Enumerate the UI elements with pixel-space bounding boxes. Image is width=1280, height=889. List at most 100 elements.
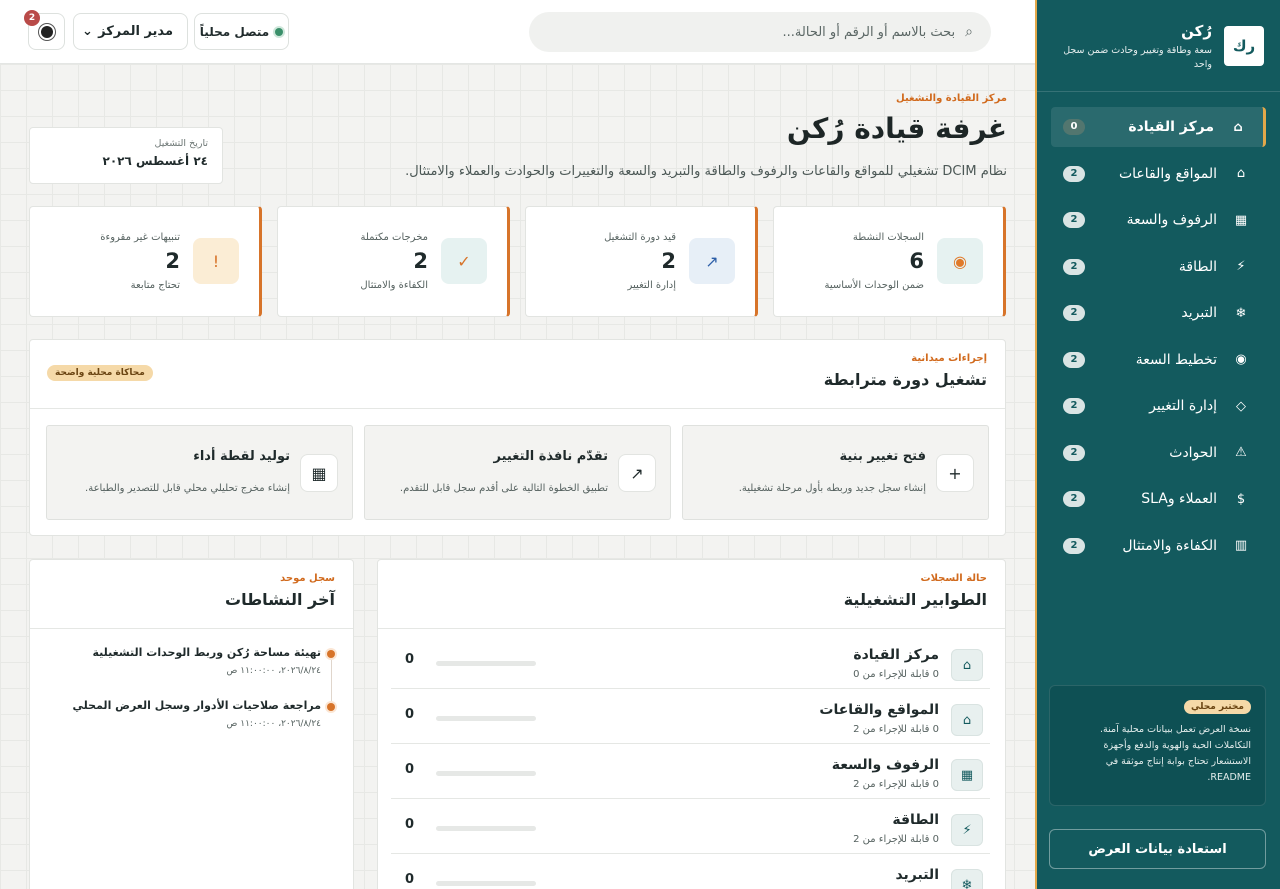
queue-name: الطاقة — [892, 812, 939, 828]
lightning-icon: ⚡ — [1236, 259, 1246, 274]
stat-sub: تحتاج متابعة — [130, 280, 180, 291]
brand: رك رُكن سعة وطاقة وتغيير وحادث ضمن سجل و… — [1037, 0, 1280, 92]
check-icon: ✓ — [441, 238, 487, 284]
stat-label: قيد دورة التشغيل — [604, 232, 676, 243]
arrow-up-right-icon: ↗ — [618, 454, 656, 492]
dollar-icon: $ — [1236, 491, 1246, 507]
alert-icon: ! — [193, 238, 239, 284]
rack-icon: ▦ — [951, 759, 983, 791]
sidebar-item-snowflake[interactable]: ❄ التبريد 2 — [1051, 293, 1266, 333]
sidebar: رك رُكن سعة وطاقة وتغيير وحادث ضمن سجل و… — [1035, 0, 1280, 889]
stat-card: ✓ مخرجات مكتملة 2 الكفاءة والامتثال — [277, 206, 510, 317]
sidebar-item-diamond[interactable]: ◇ إدارة التغيير 2 — [1051, 386, 1266, 426]
search-placeholder: بحث بالاسم أو الرقم أو الحالة... — [782, 24, 956, 40]
chevron-down-icon: ⌄ — [82, 24, 93, 39]
action-card[interactable]: + فتح تغيير بنية إنشاء سجل جديد وربطه بأول… — [682, 425, 989, 520]
sidebar-item-building[interactable]: ⌂ المواقع والقاعات 2 — [1051, 154, 1266, 194]
queue-progress-bar — [436, 661, 536, 666]
action-card[interactable]: ↗ تقدّم نافذة التغيير تطبيق الخطوة التالية… — [364, 425, 671, 520]
arrow-up-right-icon: ↗ — [689, 238, 735, 284]
stat-card: ! تنبيهات غير مقروءة 2 تحتاج متابعة — [29, 206, 262, 317]
queue-progress-bar — [436, 826, 536, 831]
stat-label: مخرجات مكتملة — [360, 232, 429, 243]
sidebar-item-label: الرفوف والسعة — [1126, 212, 1217, 228]
queue-progress-bar — [436, 771, 536, 776]
stat-value: 2 — [661, 249, 676, 273]
stat-value: 2 — [165, 249, 180, 273]
lightning-icon: ⚡ — [951, 814, 983, 846]
sidebar-item-target[interactable]: ◉ تخطيط السعة 2 — [1051, 340, 1266, 380]
role-select[interactable]: مدير المركز ⌄ — [73, 13, 188, 50]
queue-progress-bar — [436, 716, 536, 721]
queue-row[interactable]: ❄ التبريد 0 — [391, 854, 990, 889]
queue-value: 0 — [405, 872, 415, 887]
sidebar-item-label: إدارة التغيير — [1149, 398, 1217, 414]
queue-value: 0 — [405, 652, 415, 667]
sidebar-item-label: المواقع والقاعات — [1118, 165, 1217, 182]
queue-name: التبريد — [895, 867, 939, 883]
app-tagline: سعة وطاقة وتغيير وحادث ضمن سجل واحد — [1063, 45, 1212, 70]
action-title: توليد لقطة أداء — [193, 449, 290, 464]
search-input[interactable]: ⌕ بحث بالاسم أو الرقم أو الحالة... — [529, 12, 991, 52]
sidebar-item-lightning[interactable]: ⚡ الطاقة 2 — [1051, 247, 1266, 287]
sidebar-item-warning[interactable]: ⚠ الحوادث 2 — [1051, 433, 1266, 473]
queues-title: الطوابير التشغيلية — [843, 590, 987, 609]
warning-icon: ⚠ — [1235, 445, 1247, 460]
sidebar-item-chart[interactable]: ▥ الكفاءة والامتثال 2 — [1051, 526, 1266, 566]
queue-row[interactable]: ⚡ الطاقة 0 قابلة للإجراء من 2 0 — [391, 799, 990, 854]
activity-panel: سجل موحد آخر النشاطات تهيئة مساحة رُكن و… — [29, 559, 354, 889]
role-label: مدير المركز — [98, 24, 173, 39]
queue-progress-bar — [436, 881, 536, 886]
target-icon: ◉ — [1235, 352, 1247, 367]
queue-row[interactable]: ⌂ مركز القيادة 0 قابلة للإجراء من 0 0 — [391, 634, 990, 689]
rack-icon: ▦ — [1234, 212, 1248, 228]
activity-time: ٢٠٢٦/٨/٢٤، ١١:٠٠:٠٠ ص — [226, 719, 322, 729]
count-badge: 2 — [1063, 491, 1085, 507]
queue-name: المواقع والقاعات — [819, 702, 939, 718]
action-title: فتح تغيير بنية — [839, 449, 926, 464]
sidebar-nav: ⌂ مركز القيادة 0 ⌂ المواقع والقاعات 2 ▦ الرفوف … — [1037, 92, 1280, 566]
plus-icon: + — [936, 454, 974, 492]
record-icon — [40, 25, 53, 38]
stat-sub: الكفاءة والامتثال — [360, 280, 428, 291]
building-icon: ⌂ — [1236, 166, 1246, 181]
app-logo: رك — [1224, 26, 1264, 66]
action-title: تقدّم نافذة التغيير — [493, 449, 608, 464]
count-badge: 2 — [1063, 444, 1085, 461]
queues-panel: حالة السجلات الطوابير التشغيلية ⌂ مركز ال… — [377, 559, 1006, 889]
queue-value: 0 — [405, 707, 415, 722]
diamond-icon: ◇ — [1236, 398, 1246, 414]
count-badge: 2 — [1063, 305, 1085, 321]
sidebar-item-rack[interactable]: ▦ الرفوف والسعة 2 — [1051, 200, 1266, 240]
count-badge: 2 — [1063, 258, 1085, 275]
lab-badge: مختبر محلي — [1184, 700, 1251, 714]
stat-sub: ضمن الوحدات الأساسية — [824, 280, 924, 291]
timeline-dot-icon — [327, 650, 335, 658]
queue-row[interactable]: ▦ الرفوف والسعة 0 قابلة للإجراء من 2 0 — [391, 744, 990, 799]
queue-name: مركز القيادة — [853, 647, 939, 663]
queue-row[interactable]: ⌂ المواقع والقاعات 0 قابلة للإجراء من 2 0 — [391, 689, 990, 744]
stat-label: تنبيهات غير مقروءة — [100, 232, 180, 243]
sidebar-item-label: تخطيط السعة — [1135, 351, 1217, 368]
count-badge: 0 — [1063, 119, 1085, 135]
sidebar-item-dollar[interactable]: $ العملاء وSLA 2 — [1051, 479, 1266, 519]
action-card[interactable]: ▦ توليد لقطة أداء إنشاء مخرج تحليلي محلي ق… — [46, 425, 353, 520]
report-icon: ▦ — [300, 454, 338, 492]
sidebar-item-home[interactable]: ⌂ مركز القيادة 0 — [1051, 107, 1266, 147]
building-icon: ⌂ — [951, 704, 983, 736]
activity-eyebrow: سجل موحد — [280, 573, 335, 584]
sidebar-item-label: الحوادث — [1169, 444, 1217, 461]
queues-eyebrow: حالة السجلات — [920, 573, 987, 584]
activity-title: آخر النشاطات — [224, 590, 335, 609]
stat-sub: إدارة التغيير — [627, 280, 676, 291]
home-icon: ⌂ — [1233, 119, 1243, 135]
connection-status[interactable]: متصل محلياً — [194, 13, 289, 50]
search-icon: ⌕ — [965, 24, 973, 40]
stat-value: 2 — [413, 249, 428, 273]
page-description: نظام DCIM تشغيلي للمواقع والقاعات والرفو… — [405, 164, 1007, 179]
sidebar-item-label: العملاء وSLA — [1141, 491, 1217, 507]
date-label: تاريخ التشغيل — [154, 138, 208, 149]
queue-sub: 0 قابلة للإجراء من 2 — [853, 779, 939, 790]
lab-text: نسخة العرض تعمل ببيانات محلية آمنة. التك… — [1100, 724, 1251, 783]
restore-demo-data-button[interactable]: استعادة بيانات العرض — [1049, 829, 1266, 869]
